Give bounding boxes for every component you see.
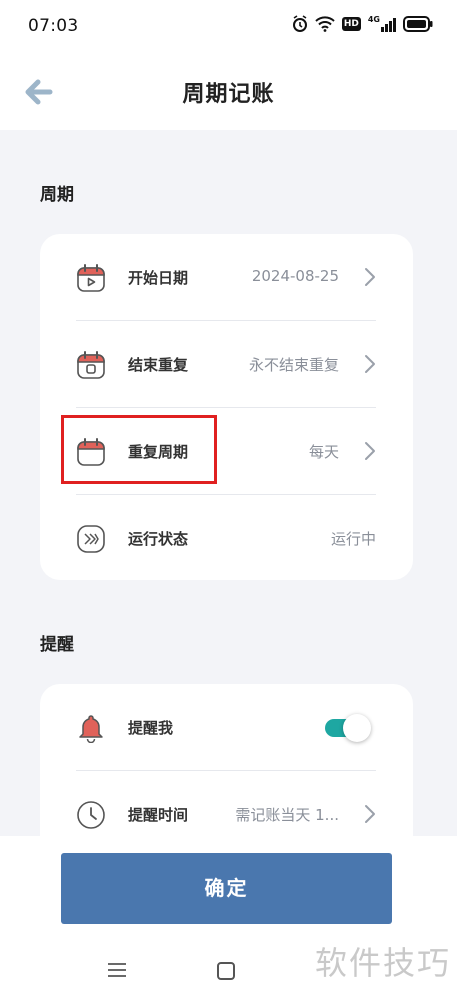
remind-me-label: 提醒我 xyxy=(128,719,174,737)
remind-time-value: 需记账当天 1... xyxy=(235,806,339,824)
chevron-right-icon xyxy=(365,268,375,286)
section-title-reminder: 提醒 xyxy=(40,635,74,655)
battery-icon xyxy=(403,16,433,32)
home-icon[interactable] xyxy=(217,962,235,980)
end-repeat-value: 永不结束重复 xyxy=(248,356,339,374)
chevron-right-icon xyxy=(365,805,375,823)
run-status-value: 运行中 xyxy=(330,530,376,548)
end-repeat-label: 结束重复 xyxy=(128,356,189,374)
status-icons: HD 4G xyxy=(292,15,433,33)
start-date-label: 开始日期 xyxy=(128,269,189,287)
menu-icon[interactable] xyxy=(107,962,127,978)
repeat-period-label: 重复周期 xyxy=(128,443,189,461)
calendar-stop-icon xyxy=(77,351,105,379)
start-date-value: 2024-08-25 xyxy=(251,267,339,285)
confirm-button[interactable]: 确定 xyxy=(61,853,392,924)
run-status-row: 运行状态 运行中 xyxy=(40,495,413,581)
bell-icon xyxy=(79,715,103,743)
end-repeat-row[interactable]: 结束重复 永不结束重复 xyxy=(40,321,413,407)
fast-forward-icon xyxy=(77,525,105,553)
status-bar: 07:03 HD 4G xyxy=(0,0,457,54)
remind-time-label: 提醒时间 xyxy=(128,806,189,824)
calendar-icon xyxy=(77,438,105,466)
section-title-period: 周期 xyxy=(40,185,74,205)
repeat-period-row[interactable]: 重复周期 每天 xyxy=(40,408,413,494)
nav-bar: 周期记账 xyxy=(0,54,457,130)
remind-toggle[interactable] xyxy=(325,713,373,742)
hd-icon: HD xyxy=(341,17,361,31)
chevron-right-icon xyxy=(365,442,375,460)
signal-4g-icon: 4G xyxy=(368,16,396,32)
wifi-icon xyxy=(315,16,335,32)
status-time: 07:03 xyxy=(28,16,79,36)
footer: 确定 软件技巧 xyxy=(0,836,457,994)
watermark: 软件技巧 xyxy=(314,944,451,982)
alarm-icon xyxy=(292,15,307,32)
period-card: 开始日期 2024-08-25 结束重复 永不结束重复 重复周期 每天 运行状态… xyxy=(40,234,413,580)
chevron-right-icon xyxy=(365,355,375,373)
clock-icon xyxy=(77,801,105,829)
start-date-row[interactable]: 开始日期 2024-08-25 xyxy=(40,234,413,320)
page-title: 周期记账 xyxy=(182,82,275,107)
network-type-label: 4G xyxy=(367,15,380,24)
run-status-label: 运行状态 xyxy=(128,530,189,548)
calendar-play-icon xyxy=(77,264,105,292)
remind-me-row: 提醒我 xyxy=(40,684,413,770)
repeat-period-value: 每天 xyxy=(308,443,339,461)
toggle-knob xyxy=(343,714,371,742)
